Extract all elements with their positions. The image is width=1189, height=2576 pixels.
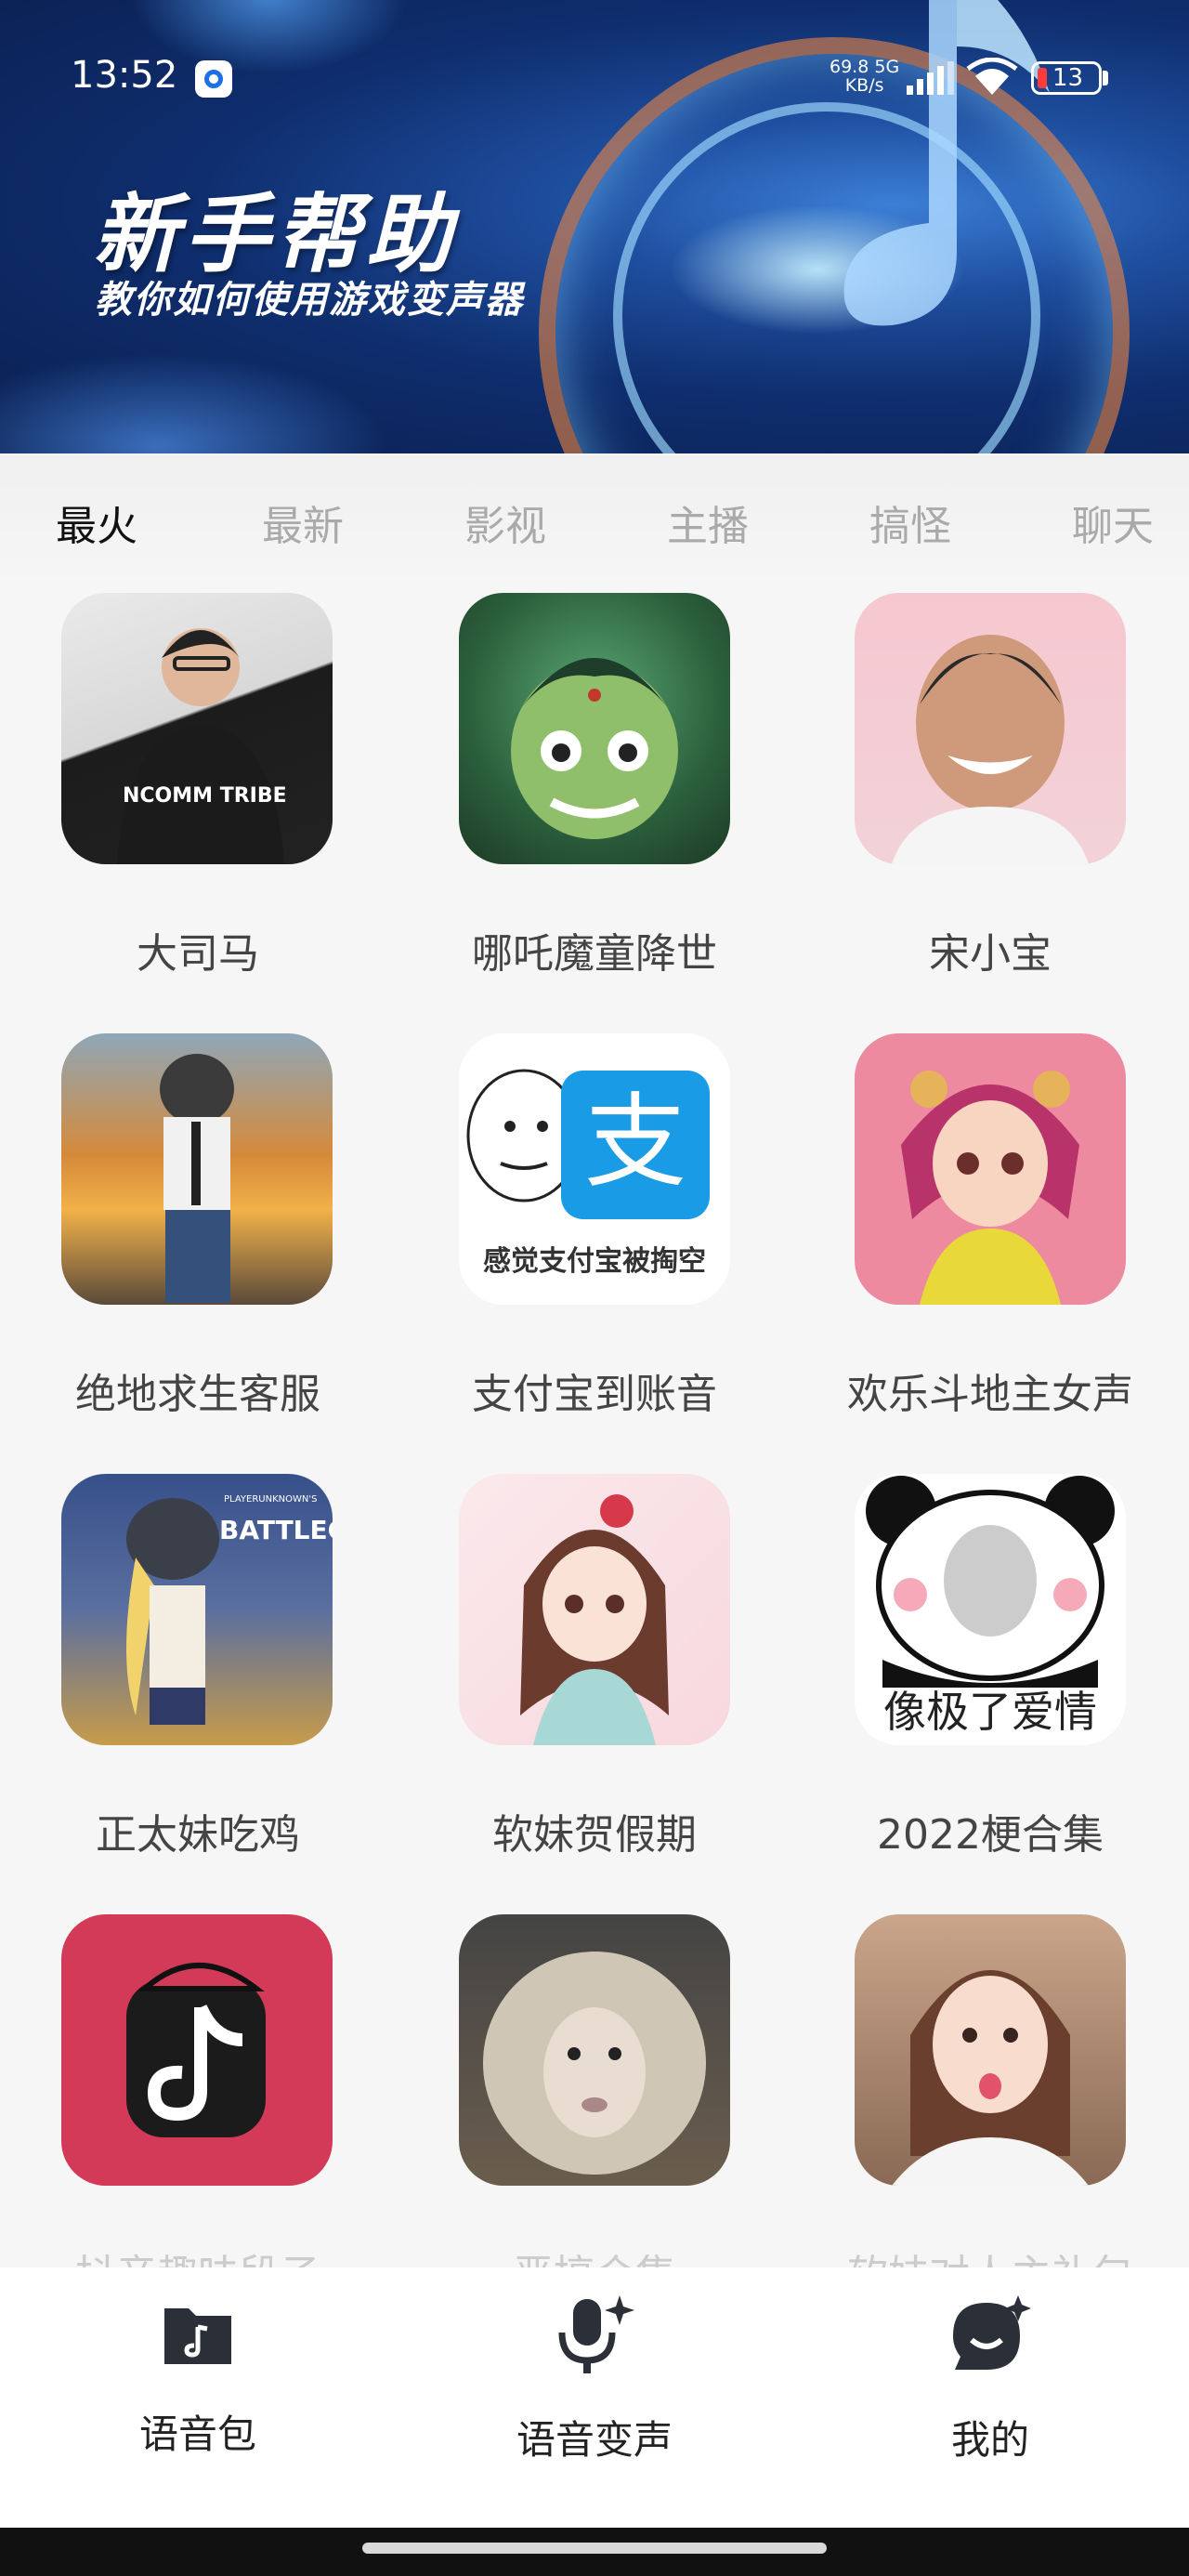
pack-thumb-doudizhu[interactable]	[855, 1033, 1126, 1305]
network-speed: 69.8 5G KB/s	[830, 58, 899, 95]
battery-level: 13	[1052, 64, 1084, 92]
network-type: 5G	[874, 57, 900, 77]
nav-label: 语音变声	[516, 2417, 673, 2463]
panda-meme-icon: 像极了爱情	[866, 1476, 1115, 1737]
pack-thumb-alipay[interactable]: 支 感觉支付宝被掏空	[459, 1033, 730, 1305]
status-bar: 13:52 69.8 5G KB/s 13	[0, 0, 1189, 130]
pack-thumb-douyin[interactable]	[61, 1914, 333, 2186]
portrait-icon	[892, 1970, 1089, 2186]
pack-title-songxiaobao[interactable]: 宋小宝	[792, 920, 1188, 979]
pack-thumb-nezha[interactable]	[459, 593, 730, 864]
pack-title-pubg-girl[interactable]: 正太妹吃鸡	[0, 1801, 396, 1860]
portrait-icon: NCOMM TRIBE	[117, 628, 287, 864]
thumb-caption: BATTLEGROUNDS	[219, 1515, 333, 1545]
portrait-icon	[892, 635, 1089, 864]
category-tabs	[0, 455, 1189, 590]
tiktok-icon	[126, 1963, 266, 2137]
tab-hottest[interactable]: 最火	[56, 493, 137, 552]
banner-subtitle: 教你如何使用游戏变声器	[95, 279, 524, 322]
signal-icon	[907, 61, 954, 95]
soldier-icon	[160, 1054, 234, 1303]
pack-title-dasima[interactable]: 大司马	[0, 920, 396, 979]
pack-title-doudizhu[interactable]: 欢乐斗地主女声	[792, 1360, 1188, 1420]
pubg-girl-icon: PLAYERUNKNOWN'S BATTLEGROUNDS	[126, 1494, 333, 1725]
pack-title-softgirl[interactable]: 软妹贺假期	[397, 1801, 792, 1860]
chat-smile-icon	[953, 2295, 1031, 2370]
pack-thumb-pubg-service[interactable]	[61, 1033, 333, 1305]
sheep-icon	[483, 1952, 706, 2175]
pack-thumb-prank[interactable]	[459, 1914, 730, 2186]
pack-thumb-softgirl-gift[interactable]	[855, 1914, 1126, 2186]
pack-thumb-pubg-girl[interactable]: PLAYERUNKNOWN'S BATTLEGROUNDS	[61, 1474, 333, 1745]
tab-streamer[interactable]: 主播	[667, 493, 749, 552]
pack-title-memes[interactable]: 2022梗合集	[792, 1801, 1188, 1860]
thumb-caption: 像极了爱情	[883, 1687, 1097, 1737]
anime-girl-icon	[520, 1494, 669, 1745]
thumb-caption: NCOMM TRIBE	[123, 784, 287, 808]
home-indicator[interactable]	[362, 2543, 827, 2554]
nav-profile[interactable]: 我的	[792, 2295, 1188, 2465]
music-folder-icon	[164, 2308, 231, 2364]
pack-title-pubg-service[interactable]: 绝地求生客服	[0, 1360, 396, 1420]
wifi-icon	[966, 58, 1018, 95]
nav-voice-packs[interactable]: 语音包	[0, 2295, 396, 2460]
nav-label: 语音包	[138, 2412, 256, 2457]
tab-newest[interactable]: 最新	[262, 493, 344, 552]
battery-tip	[1103, 71, 1108, 85]
alipay-meme-icon: 支 感觉支付宝被掏空	[466, 1069, 710, 1278]
tab-film[interactable]: 影视	[464, 493, 546, 552]
nav-voice-changer[interactable]: 语音变声	[397, 2295, 792, 2465]
battery-icon: 13	[1031, 61, 1102, 95]
pack-title-alipay[interactable]: 支付宝到账音	[397, 1360, 792, 1420]
pack-thumb-softgirl[interactable]	[459, 1474, 730, 1745]
anime-girl-icon	[901, 1071, 1079, 1305]
pack-thumb-songxiaobao[interactable]	[855, 593, 1126, 864]
network-speed-value: 69.8	[830, 57, 869, 77]
pack-title-nezha[interactable]: 哪吒魔童降世	[397, 920, 792, 979]
gesture-bar-area	[0, 2528, 1189, 2576]
alipay-logo-text: 支	[584, 1083, 686, 1202]
banner-glow-left	[0, 353, 390, 453]
tab-funny[interactable]: 搞怪	[869, 493, 951, 552]
app-notification-icon	[195, 60, 232, 98]
cartoon-face-icon	[511, 658, 678, 839]
pack-thumb-dasima[interactable]: NCOMM TRIBE	[61, 593, 333, 864]
pack-thumb-memes[interactable]: 像极了爱情	[855, 1474, 1126, 1745]
svg-text:PLAYERUNKNOWN'S: PLAYERUNKNOWN'S	[224, 1494, 317, 1505]
tab-chat[interactable]: 聊天	[1072, 493, 1154, 552]
microphone-sparkle-icon	[558, 2295, 634, 2373]
status-time: 13:52	[71, 54, 178, 97]
network-speed-unit: KB/s	[844, 75, 884, 96]
nav-label: 我的	[950, 2417, 1029, 2463]
thumb-caption: 感觉支付宝被掏空	[483, 1245, 706, 1278]
